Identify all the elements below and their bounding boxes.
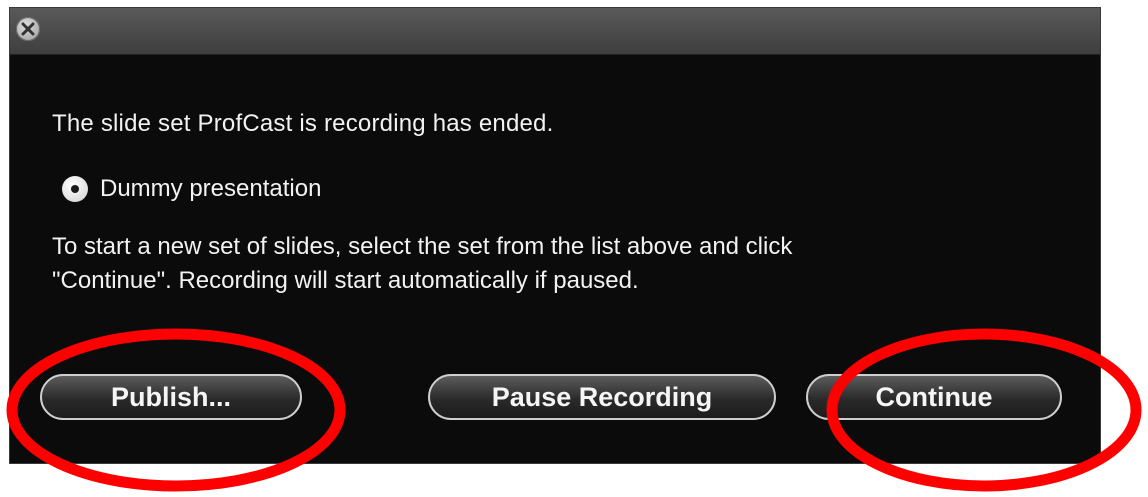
close-icon[interactable]	[16, 17, 40, 41]
presentation-label[interactable]: Dummy presentation	[100, 175, 321, 203]
presentation-option[interactable]: Dummy presentation	[62, 174, 321, 204]
instructions-line-2: "Continue". Recording will start automat…	[52, 267, 639, 294]
instructions-text: To start a new set of slides, select the…	[52, 230, 1052, 298]
radio-button-selected[interactable]	[62, 176, 88, 202]
publish-button[interactable]: Publish...	[40, 374, 302, 420]
instructions-line-1: To start a new set of slides, select the…	[52, 233, 793, 260]
title-bar	[10, 8, 1100, 55]
recording-ended-dialog: The slide set ProfCast is recording has …	[10, 8, 1100, 463]
screenshot-stage: The slide set ProfCast is recording has …	[0, 0, 1148, 497]
continue-button[interactable]: Continue	[806, 374, 1062, 420]
pause-recording-button[interactable]: Pause Recording	[428, 374, 776, 420]
ended-message: The slide set ProfCast is recording has …	[52, 110, 554, 137]
